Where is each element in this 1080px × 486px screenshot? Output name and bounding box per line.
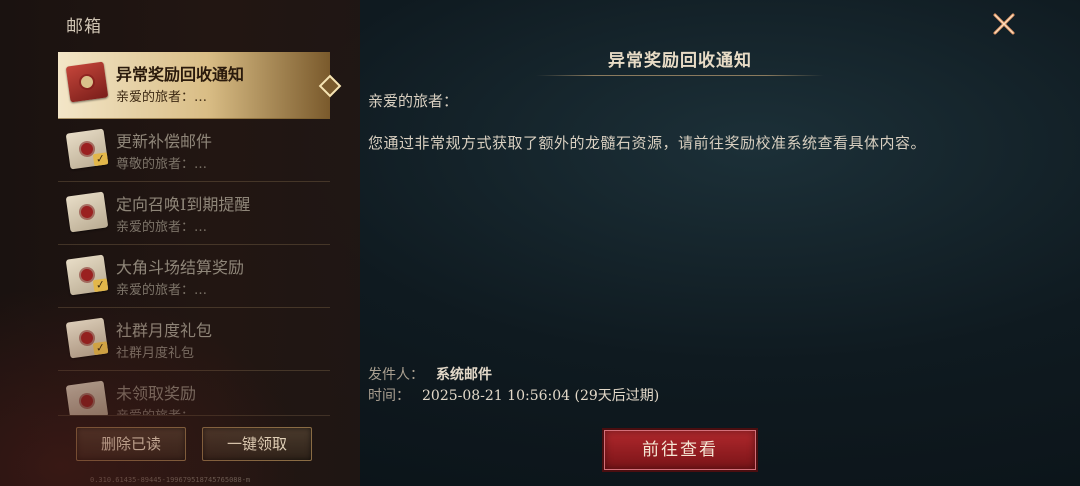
selected-diamond-icon [318,74,342,98]
time-value: 2025-08-21 10:56:04 (29天后过期) [422,388,660,404]
version-text: 0.310.61435-89445-199679518745765088-m [90,476,251,484]
go-view-button[interactable]: 前往查看 [604,430,756,470]
title-divider [536,75,824,76]
mail-body: 您通过非常规方式获取了额外的龙髓石资源，请前往奖励校准系统查看具体内容。 [368,134,927,152]
mail-subtitle: 亲爱的旅者：… [116,90,208,105]
envelope-icon: ✓ [65,254,109,296]
mail-title: 异常奖励回收通知 [116,65,245,84]
mail-title: 未领取奖励 [116,384,197,403]
envelope-icon: ✓ [65,128,109,170]
mail-title: 社群月度礼包 [116,321,213,340]
mail-item[interactable]: ✓ 社群月度礼包 社群月度礼包 [58,308,330,371]
mail-subtitle: 亲爱的旅者：… [116,220,208,235]
envelope-icon [65,61,109,103]
time-row: 时间： 2025-08-21 10:56:04 (29天后过期) [368,385,659,405]
time-label: 时间： [368,388,410,404]
mail-list[interactable]: 异常奖励回收通知 亲爱的旅者：… ✓ 更新补偿邮件 尊敬的旅者：… 定向召唤Ⅰ到… [58,52,342,416]
envelope-icon [65,380,109,415]
mail-list-panel: 邮箱 异常奖励回收通知 亲爱的旅者：… ✓ 更新补偿邮件 尊敬的旅者：… 定向召… [0,0,360,486]
mail-title: 更新补偿邮件 [116,132,213,151]
checkmark-icon: ✓ [92,341,109,356]
mail-detail-title: 异常奖励回收通知 [608,51,752,71]
checkmark-icon: ✓ [92,152,109,167]
sender-row: 发件人： 系统邮件 [368,364,492,384]
mail-title: 定向召唤Ⅰ到期提醒 [116,195,251,214]
mail-subtitle: 亲爱的旅者：… [116,283,208,298]
sender-label: 发件人： [368,367,424,383]
mail-subtitle: 尊敬的旅者：… [116,157,208,172]
mail-item[interactable]: ✓ 大角斗场结算奖励 亲爱的旅者：… [58,245,330,308]
envelope-icon: ✓ [65,317,109,359]
mail-item[interactable]: 未领取奖励 亲爱的旅者：… [58,371,330,416]
close-icon[interactable] [988,8,1020,40]
mail-item[interactable]: ✓ 更新补偿邮件 尊敬的旅者：… [58,119,330,182]
sender-value: 系统邮件 [436,367,492,383]
mail-greeting: 亲爱的旅者： [368,92,459,110]
claim-all-button[interactable]: 一键领取 [202,427,312,461]
mail-subtitle: 社群月度礼包 [116,346,195,361]
mail-subtitle: 亲爱的旅者：… [116,405,207,415]
mail-item[interactable]: 定向召唤Ⅰ到期提醒 亲爱的旅者：… [58,182,330,245]
envelope-icon [65,191,109,233]
mail-item-selected[interactable]: 异常奖励回收通知 亲爱的旅者：… [58,52,342,119]
mailbox-title: 邮箱 [66,17,102,37]
checkmark-icon: ✓ [92,278,109,293]
delete-read-button[interactable]: 删除已读 [76,427,186,461]
mail-title: 大角斗场结算奖励 [116,258,245,277]
